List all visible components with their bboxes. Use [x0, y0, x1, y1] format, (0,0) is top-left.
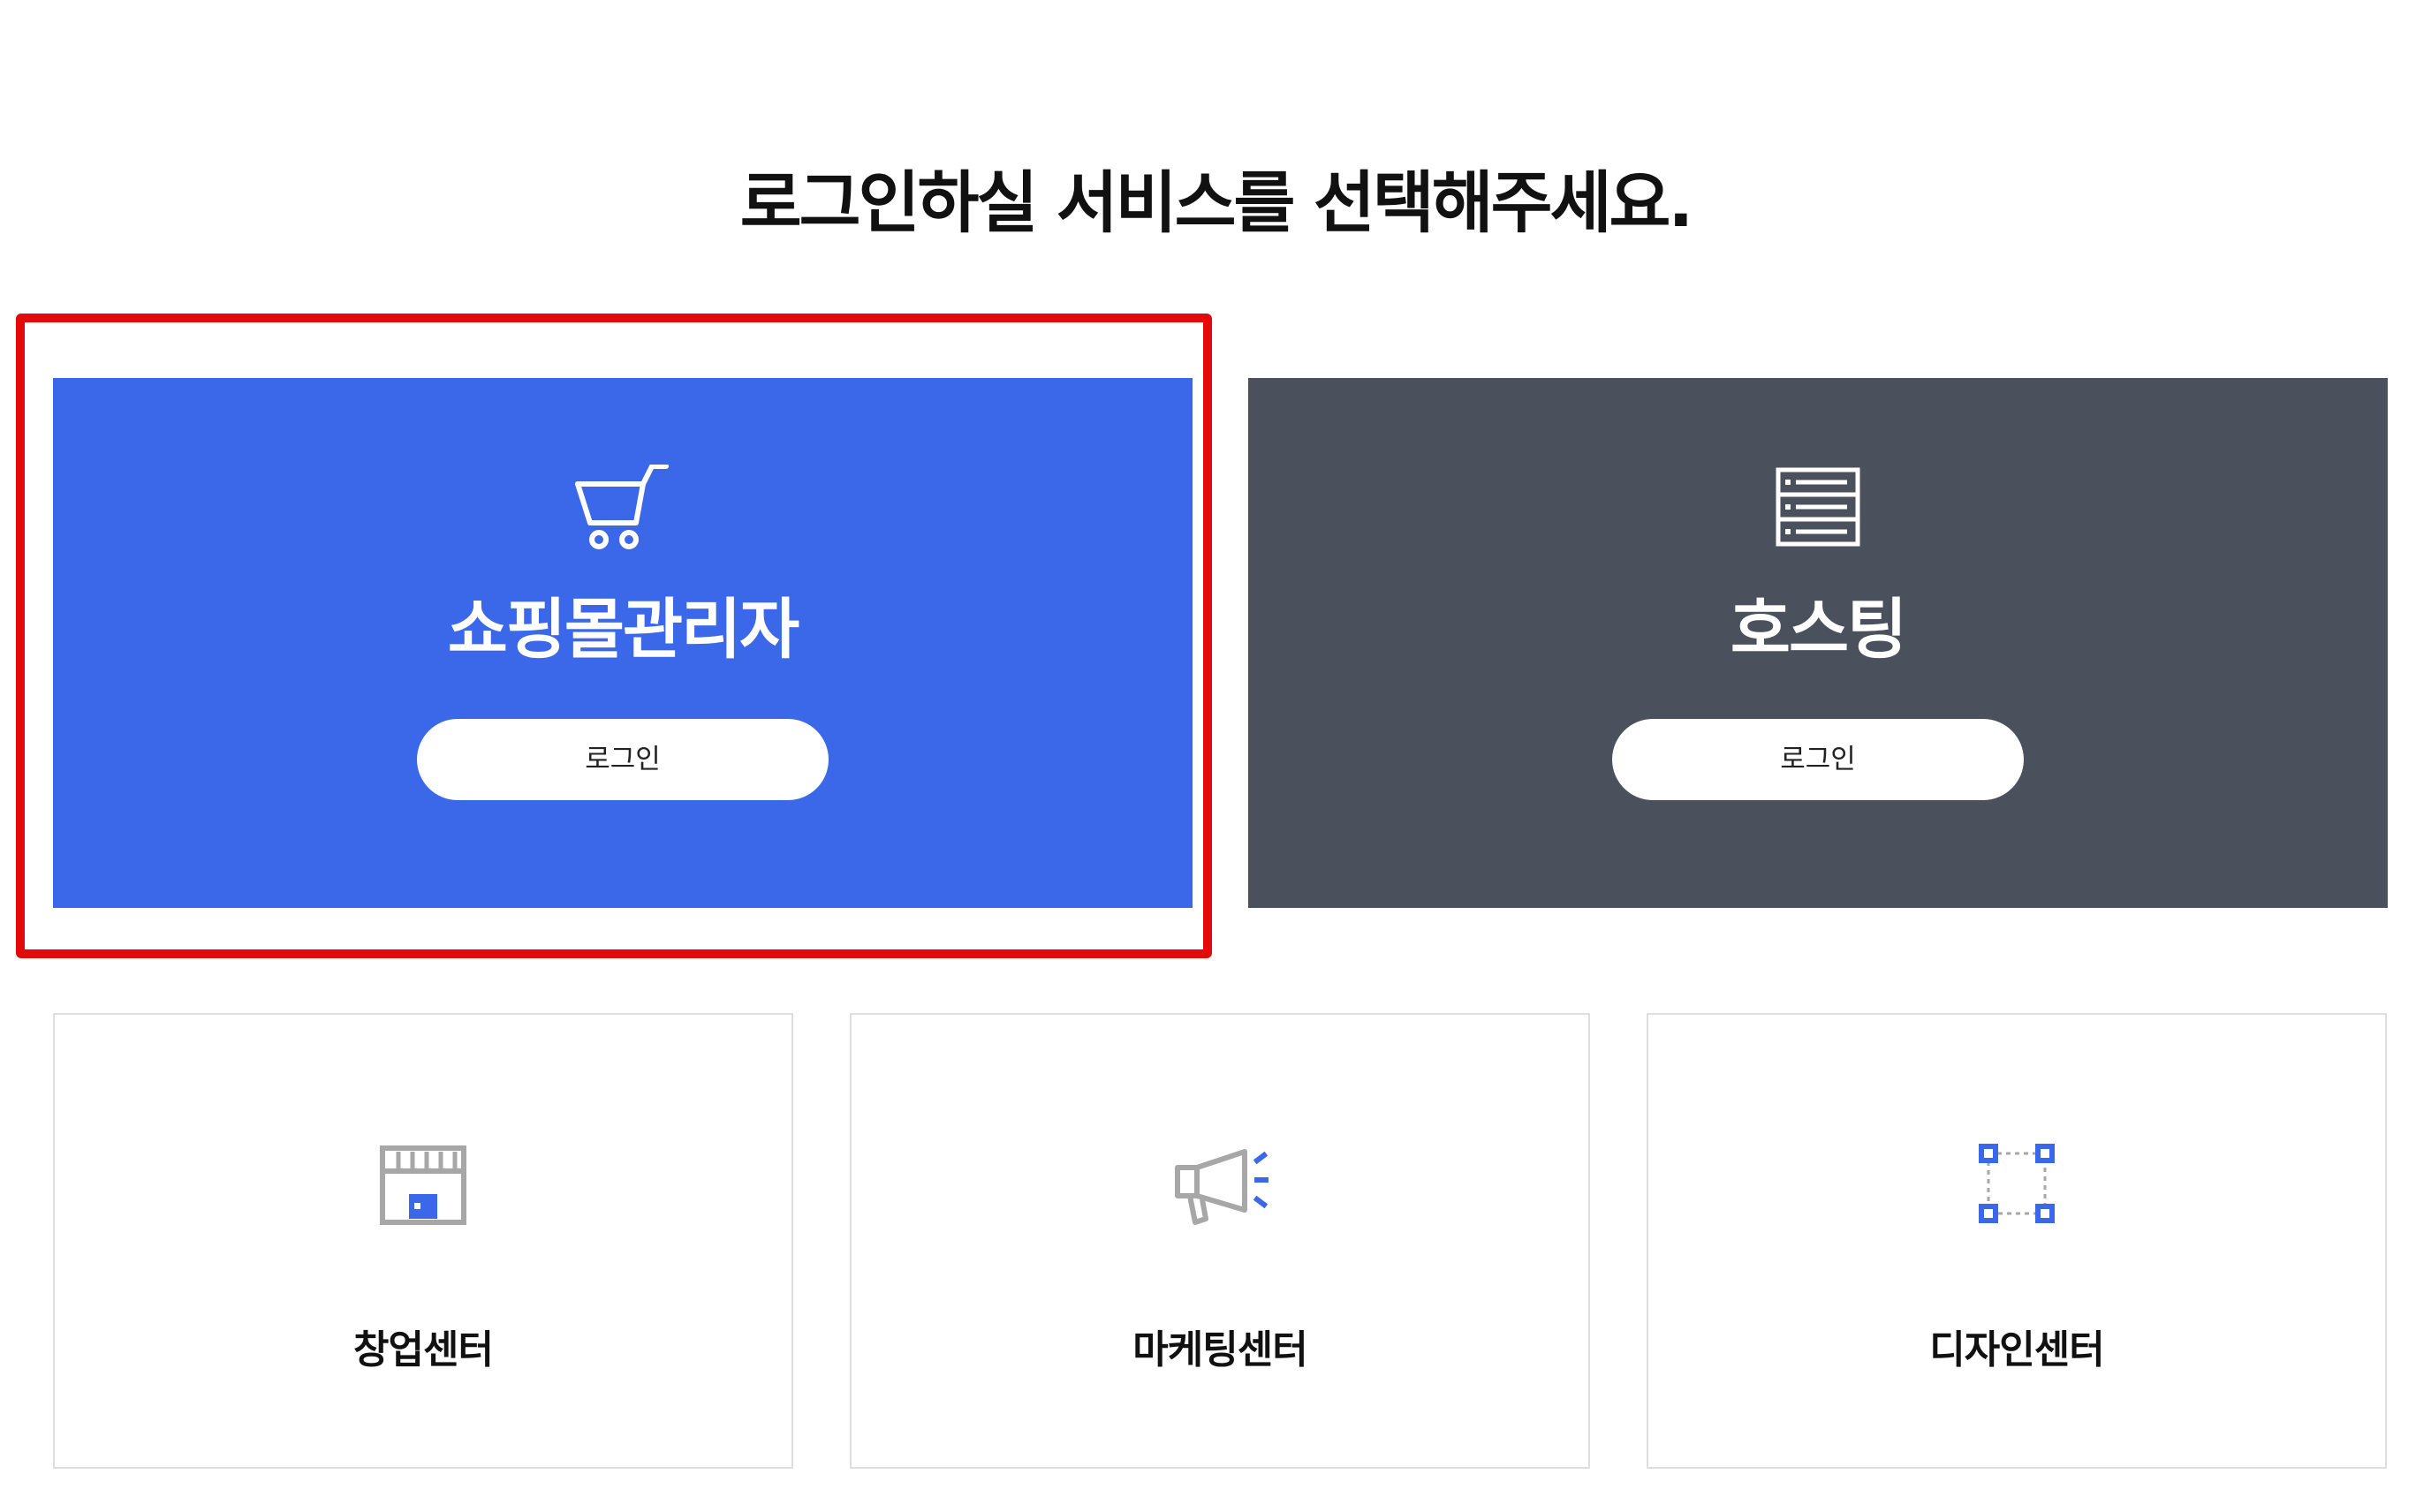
- design-center-label: 디자인센터: [1929, 1327, 2104, 1372]
- marketing-center-card[interactable]: 마케팅센터: [850, 1013, 1590, 1469]
- design-center-card[interactable]: 디자인센터: [1647, 1013, 2387, 1469]
- startup-center-card[interactable]: 창업센터: [53, 1013, 793, 1469]
- hosting-title: 호스팅: [1730, 592, 1907, 668]
- storefront-icon: [380, 1145, 466, 1225]
- shop-admin-card[interactable]: 쇼핑몰관리자 로그인: [53, 378, 1193, 908]
- shop-admin-title: 쇼핑몰관리자: [447, 592, 799, 668]
- hosting-login-button[interactable]: 로그인: [1612, 719, 2024, 800]
- page-title: 로그인하실 서비스를 선택해주세요.: [739, 163, 1694, 242]
- megaphone-icon: [1175, 1149, 1269, 1225]
- server-icon: [1776, 467, 1860, 547]
- shop-admin-login-button[interactable]: 로그인: [417, 719, 829, 800]
- hosting-card[interactable]: 호스팅 로그인: [1248, 378, 2388, 908]
- startup-center-label: 창업센터: [353, 1327, 494, 1372]
- marketing-center-label: 마케팅센터: [1132, 1327, 1307, 1372]
- shopping-cart-icon: [575, 465, 669, 549]
- selection-box-icon: [1979, 1144, 2055, 1223]
